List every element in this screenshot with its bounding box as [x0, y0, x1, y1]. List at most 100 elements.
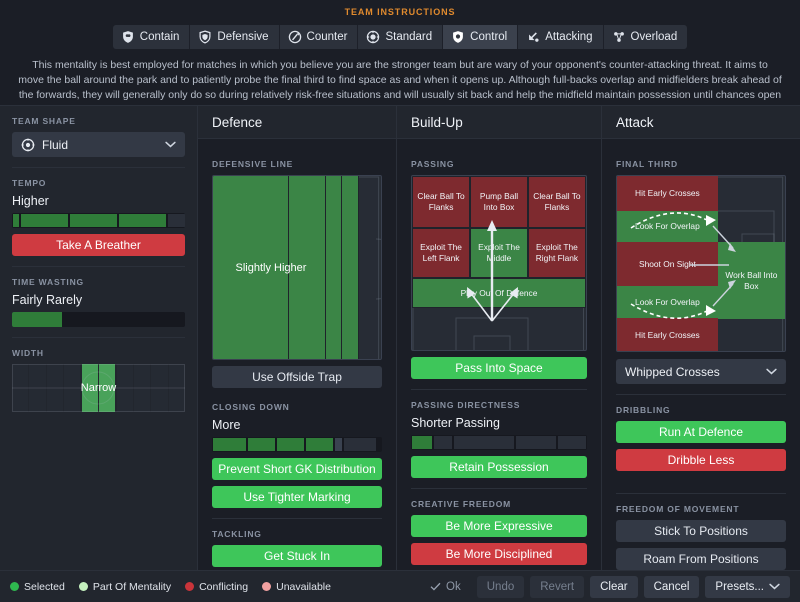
be-more-expressive-button[interactable]: Be More Expressive: [411, 515, 587, 537]
retain-possession-button[interactable]: Retain Possession: [411, 456, 587, 478]
footer-buttons: Ok Undo Revert Clear Cancel Presets...: [420, 575, 790, 598]
slider-segment: [344, 438, 376, 451]
presets-button[interactable]: Presets...: [705, 575, 790, 598]
divider: [212, 518, 382, 519]
passing-label: PASSING: [411, 159, 455, 169]
passing-directness-label: PASSING DIRECTNESS: [411, 400, 521, 410]
time-wasting-value: Fairly Rarely: [12, 293, 83, 307]
mentality-tab-attacking[interactable]: Attacking: [518, 25, 604, 49]
mentality-tab-defensive[interactable]: Defensive: [190, 25, 280, 49]
roam-from-positions-button[interactable]: Roam From Positions: [616, 548, 786, 570]
final-third-zone[interactable]: Work Ball Into Box: [717, 242, 785, 319]
get-stuck-in-button[interactable]: Get Stuck In: [212, 545, 382, 567]
chevron-down-icon: [769, 583, 780, 590]
footer-button-label: Ok: [446, 580, 461, 593]
slider-segment: [277, 438, 304, 451]
final-third-label: FINAL THIRD: [616, 159, 678, 169]
pass-into-space-button[interactable]: Pass Into Space: [411, 357, 587, 379]
passing-widget[interactable]: Clear Ball To Flanks Pump Ball Into Box Cl…: [411, 175, 587, 351]
defensive-line-value: Slightly Higher: [235, 261, 307, 274]
mentality-tab-contain[interactable]: Contain: [112, 25, 191, 49]
defence-heading: Defence: [198, 106, 396, 139]
undo-button[interactable]: Undo: [476, 575, 525, 598]
legend-item: Unavailable: [262, 581, 331, 593]
mentality-tab-overload[interactable]: Overload: [603, 25, 688, 49]
passing-directness-value: Shorter Passing: [411, 416, 500, 430]
shield-defensive-icon: [199, 30, 211, 44]
mentality-tab-control[interactable]: Control: [443, 25, 519, 49]
defensive-line-widget[interactable]: Slightly Higher: [212, 175, 382, 360]
closing-down-label: CLOSING DOWN: [212, 402, 290, 412]
divider: [616, 394, 786, 395]
mentality-tab-standard[interactable]: Standard: [358, 25, 444, 49]
clear-button[interactable]: Clear: [590, 575, 638, 598]
time-wasting-slider[interactable]: [12, 312, 185, 327]
slider-segment: [306, 438, 333, 451]
target-icon: [21, 138, 35, 151]
crossing-dropdown[interactable]: Whipped Crosses: [616, 359, 786, 384]
freedom-of-movement-label: FREEDOM OF MOVEMENT: [616, 504, 740, 514]
divider: [411, 389, 587, 390]
check-icon: [430, 582, 441, 591]
final-third-zone[interactable]: Shoot On Sight: [617, 242, 718, 286]
footer-button-label: Undo: [486, 580, 515, 593]
instructions-body: TEAM SHAPE Fluid TEMPO Higher Take A Bre…: [0, 105, 800, 595]
passing-zone[interactable]: Exploit The Right Flank: [527, 228, 586, 278]
passing-zone[interactable]: Exploit The Left Flank: [412, 228, 471, 278]
be-more-disciplined-button[interactable]: Be More Disciplined: [411, 543, 587, 565]
passing-zone[interactable]: Pump Ball Into Box: [470, 176, 528, 228]
time-wasting-label: TIME WASTING: [12, 277, 84, 287]
creative-freedom-label: CREATIVE FREEDOM: [411, 499, 512, 509]
revert-button[interactable]: Revert: [530, 575, 585, 598]
slider-segment: [335, 438, 342, 451]
attacking-arrow-icon: [529, 32, 539, 42]
chevron-down-icon: [766, 368, 777, 375]
take-a-breather-button[interactable]: Take A Breather: [12, 234, 185, 256]
overload-icon: [613, 32, 624, 42]
mentality-tab-label: Counter: [306, 31, 348, 43]
legend-dot: [10, 582, 19, 591]
closing-down-slider[interactable]: [212, 437, 382, 452]
cancel-button[interactable]: Cancel: [643, 575, 700, 598]
final-third-widget[interactable]: Hit Early Crosses Look For Overlap Shoot O…: [616, 175, 786, 352]
passing-zone[interactable]: Clear Ball To Flanks: [527, 176, 586, 228]
passing-zone-label: Pump Ball Into Box: [479, 191, 519, 212]
mentality-tab-label: Attacking: [545, 31, 593, 43]
slider-segment: [168, 214, 185, 227]
legend-dot: [262, 582, 272, 591]
slider-segment: [454, 436, 514, 449]
tempo-value: Higher: [12, 194, 49, 208]
final-third-zone-label: Look For Overlap: [635, 221, 700, 231]
mentality-tab-label: Overload: [630, 31, 678, 43]
legend-label: Conflicting: [199, 580, 249, 593]
use-offside-trap-button[interactable]: Use Offside Trap: [212, 366, 382, 388]
use-tighter-marking-button[interactable]: Use Tighter Marking: [212, 486, 382, 508]
stick-to-positions-button[interactable]: Stick To Positions: [616, 520, 786, 542]
team-shape-dropdown[interactable]: Fluid: [12, 132, 185, 157]
legend-item: Conflicting: [185, 581, 248, 593]
closing-down-value: More: [212, 418, 241, 432]
shield-contain-icon: [122, 31, 133, 43]
team-shape-sidebar: TEAM SHAPE Fluid TEMPO Higher Take A Bre…: [0, 106, 197, 570]
footer-button-label: Cancel: [653, 580, 690, 593]
mentality-tab-label: Control: [470, 31, 508, 43]
defensive-line-band[interactable]: [342, 176, 360, 359]
prevent-short-gk-distribution-button[interactable]: Prevent Short GK Distribution: [212, 458, 382, 480]
passing-zone[interactable]: Exploit The Middle: [470, 228, 528, 278]
width-selector[interactable]: Narrow: [12, 364, 185, 412]
passing-zone[interactable]: Play Out Of Defence: [412, 278, 586, 308]
passing-directness-slider[interactable]: [411, 435, 587, 450]
passing-zone-label: Exploit The Middle: [478, 242, 520, 263]
ok-button[interactable]: Ok: [420, 576, 471, 598]
mentality-tab-counter[interactable]: Counter: [279, 25, 359, 49]
dribble-less-button[interactable]: Dribble Less: [616, 449, 786, 471]
defensive-line-band[interactable]: [325, 176, 343, 359]
tempo-slider[interactable]: [12, 213, 185, 228]
run-at-defence-button[interactable]: Run At Defence: [616, 421, 786, 443]
final-third-zone[interactable]: Hit Early Crosses: [617, 318, 718, 351]
final-third-zone[interactable]: Hit Early Crosses: [617, 176, 718, 211]
final-third-zone[interactable]: Look For Overlap: [617, 211, 718, 242]
slider-segment: [558, 436, 586, 449]
passing-zone[interactable]: Clear Ball To Flanks: [412, 176, 471, 228]
final-third-zone[interactable]: Look For Overlap: [617, 286, 718, 318]
